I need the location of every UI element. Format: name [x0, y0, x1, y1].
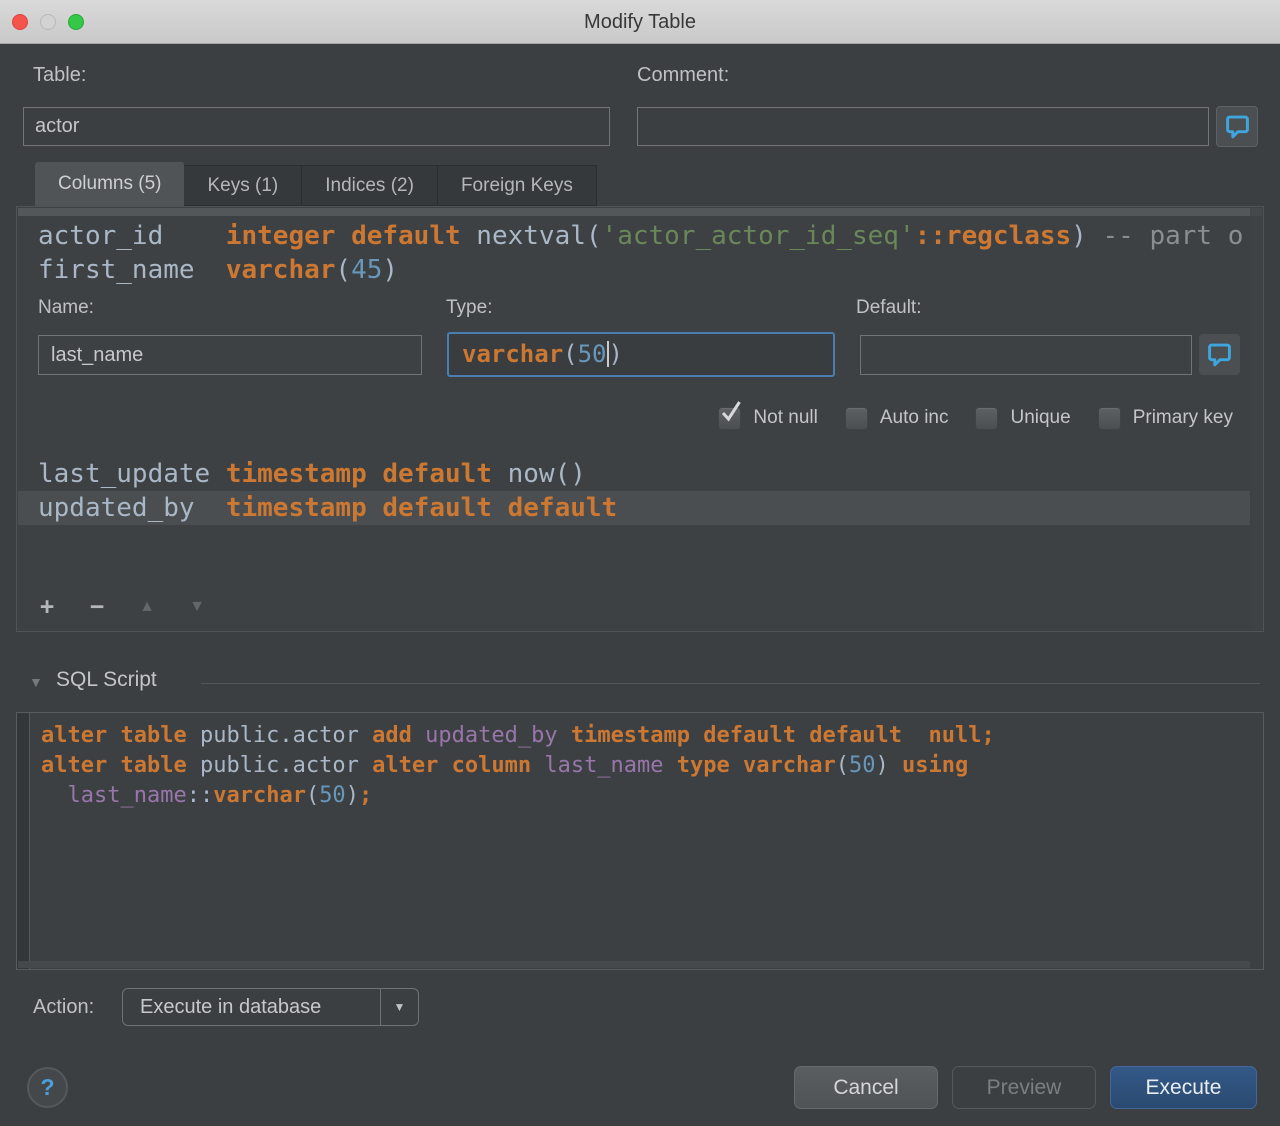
checkbox-label: Auto inc — [880, 407, 949, 429]
tab-bar: Columns (5) Keys (1) Indices (2) Foreign… — [35, 162, 597, 206]
columns-panel: actor_id integer default nextval('actor_… — [16, 206, 1264, 632]
sql-line: last_name::varchar(50); — [41, 781, 1259, 811]
checkbox-unique[interactable]: Unique — [975, 407, 1070, 430]
help-button[interactable]: ? — [27, 1067, 68, 1108]
move-up-button[interactable]: ▲ — [132, 584, 162, 630]
table-comment-button[interactable] — [1216, 106, 1258, 147]
checkmark-icon — [720, 402, 742, 424]
column-type-input[interactable]: varchar(50) — [447, 332, 835, 377]
cancel-button[interactable]: Cancel — [794, 1066, 938, 1109]
sql-horizontal-scrollbar[interactable] — [18, 961, 1250, 968]
scrollbar-corner — [1250, 208, 1262, 216]
editor-gutter — [17, 713, 30, 969]
action-dropdown[interactable]: Execute in database ▼ — [122, 988, 419, 1026]
tab-keys[interactable]: Keys (1) — [184, 165, 302, 206]
checkbox-not-null[interactable]: Not null — [718, 407, 817, 430]
column-flags-row: Not null Auto inc Unique — [718, 403, 1233, 433]
vertical-scrollbar[interactable] — [1251, 216, 1262, 630]
checkbox-box[interactable] — [975, 407, 998, 430]
checkbox-label: Unique — [1010, 407, 1070, 429]
sql-code: alter table public.actor add updated_by … — [41, 721, 1259, 811]
checkbox-box[interactable] — [1098, 407, 1121, 430]
tab-columns[interactable]: Columns (5) — [35, 162, 184, 206]
type-label: Type: — [446, 297, 492, 319]
sql-line: alter table public.actor add updated_by … — [41, 721, 1259, 751]
sql-line: alter table public.actor alter column la… — [41, 751, 1259, 781]
title-bar: Modify Table — [0, 0, 1280, 44]
column-name-input[interactable]: last_name — [38, 335, 422, 375]
execute-button[interactable]: Execute — [1110, 1066, 1257, 1109]
table-comment-input[interactable] — [637, 107, 1209, 146]
horizontal-scrollbar[interactable] — [18, 208, 1250, 216]
add-column-button[interactable]: + — [32, 584, 62, 630]
tab-foreign-keys[interactable]: Foreign Keys — [438, 165, 597, 206]
checkbox-primary-key[interactable]: Primary key — [1098, 407, 1233, 430]
sql-script-header[interactable]: SQL Script — [56, 668, 157, 692]
move-down-button[interactable]: ▼ — [182, 584, 212, 630]
header-divider — [201, 683, 1260, 684]
column-row-actor-id[interactable]: actor_id integer default nextval('actor_… — [18, 219, 1250, 253]
action-label: Action: — [33, 996, 94, 1019]
comment-bubble-icon — [1206, 341, 1233, 368]
comment-label: Comment: — [637, 64, 729, 87]
chevron-down-icon: ▼ — [394, 1000, 406, 1014]
column-row-first-name[interactable]: first_name varchar(45) — [18, 253, 1250, 287]
column-row-last-update[interactable]: last_update timestamp default now() — [18, 457, 1250, 491]
dropdown-arrow-box[interactable]: ▼ — [380, 989, 418, 1025]
checkbox-label: Not null — [753, 407, 817, 429]
column-default-input[interactable] — [860, 335, 1192, 375]
checkbox-label: Primary key — [1133, 407, 1233, 429]
modify-table-dialog: Modify Table Table: Comment: actor Colum… — [0, 0, 1280, 1126]
checkbox-box[interactable] — [718, 407, 741, 430]
action-dropdown-value: Execute in database — [140, 989, 321, 1025]
table-name-input[interactable]: actor — [23, 107, 610, 146]
remove-column-button[interactable]: − — [82, 584, 112, 630]
comment-bubble-icon — [1224, 113, 1251, 140]
window-title: Modify Table — [0, 0, 1280, 44]
preview-button[interactable]: Preview — [952, 1066, 1096, 1109]
checkbox-auto-inc[interactable]: Auto inc — [845, 407, 949, 430]
column-row-updated-by[interactable]: updated_by timestamp default default — [18, 491, 1250, 525]
default-label: Default: — [856, 297, 921, 319]
tab-indices[interactable]: Indices (2) — [302, 165, 438, 206]
collapse-arrow-icon[interactable]: ▼ — [29, 674, 43, 690]
table-label: Table: — [33, 64, 86, 87]
list-toolbar: + − ▲ ▼ — [18, 584, 1262, 630]
default-comment-button[interactable] — [1199, 334, 1240, 375]
name-label: Name: — [38, 297, 94, 319]
checkbox-box[interactable] — [845, 407, 868, 430]
sql-script-panel[interactable]: alter table public.actor add updated_by … — [16, 712, 1264, 970]
